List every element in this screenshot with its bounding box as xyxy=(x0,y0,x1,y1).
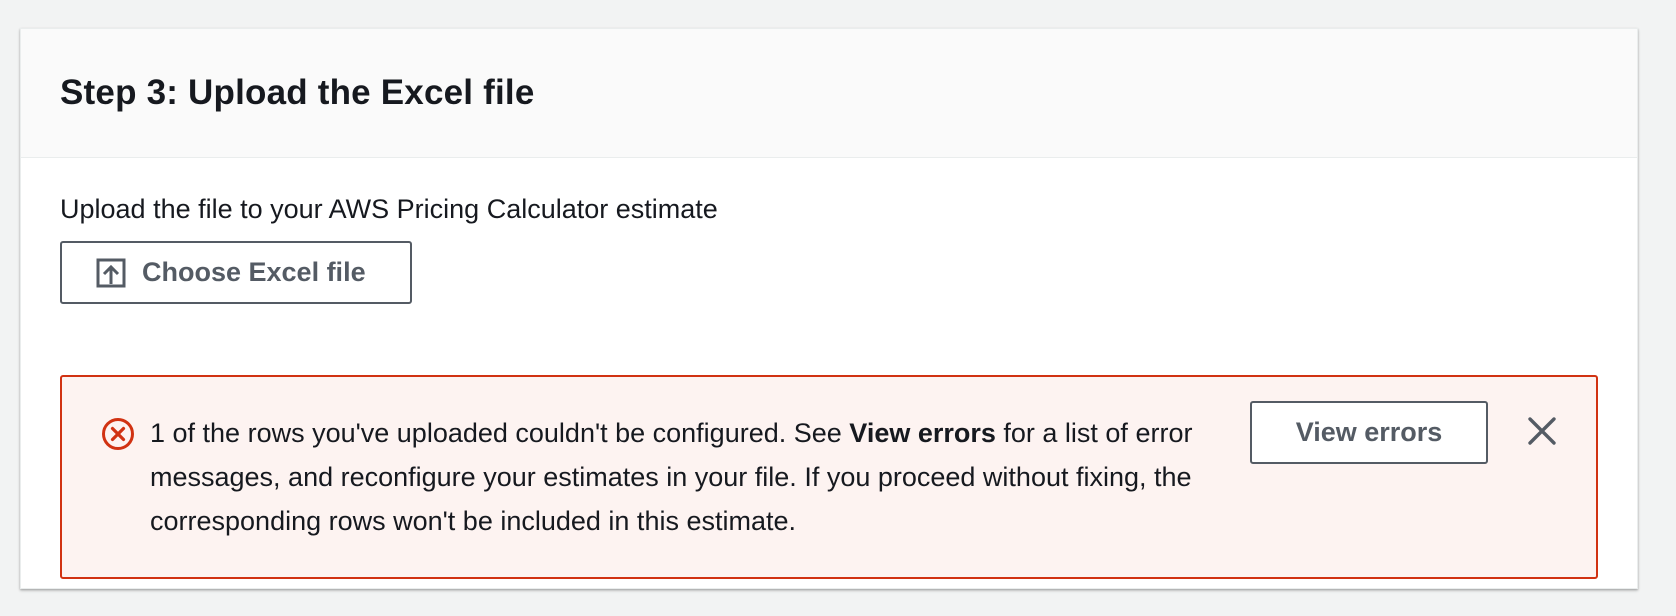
upload-icon xyxy=(96,258,126,288)
upload-error-alert: 1 of the rows you've uploaded couldn't b… xyxy=(60,375,1598,579)
panel-header: Step 3: Upload the Excel file xyxy=(21,29,1637,158)
dismiss-alert-button[interactable] xyxy=(1522,413,1562,453)
upload-step-panel: Step 3: Upload the Excel file Upload the… xyxy=(20,28,1638,589)
panel-title: Step 3: Upload the Excel file xyxy=(60,73,535,112)
choose-excel-file-label: Choose Excel file xyxy=(142,257,366,287)
alert-message-bold: View errors xyxy=(849,418,996,448)
alert-message-prefix: 1 of the rows you've uploaded couldn't b… xyxy=(150,418,850,448)
upload-description: Upload the file to your AWS Pricing Calc… xyxy=(60,194,718,224)
view-errors-button[interactable]: View errors xyxy=(1250,401,1488,464)
close-icon xyxy=(1527,416,1557,451)
view-errors-label: View errors xyxy=(1295,417,1443,447)
error-circle-icon xyxy=(101,417,135,451)
choose-excel-file-button[interactable]: Choose Excel file xyxy=(60,241,412,304)
alert-message: 1 of the rows you've uploaded couldn't b… xyxy=(150,411,1210,543)
